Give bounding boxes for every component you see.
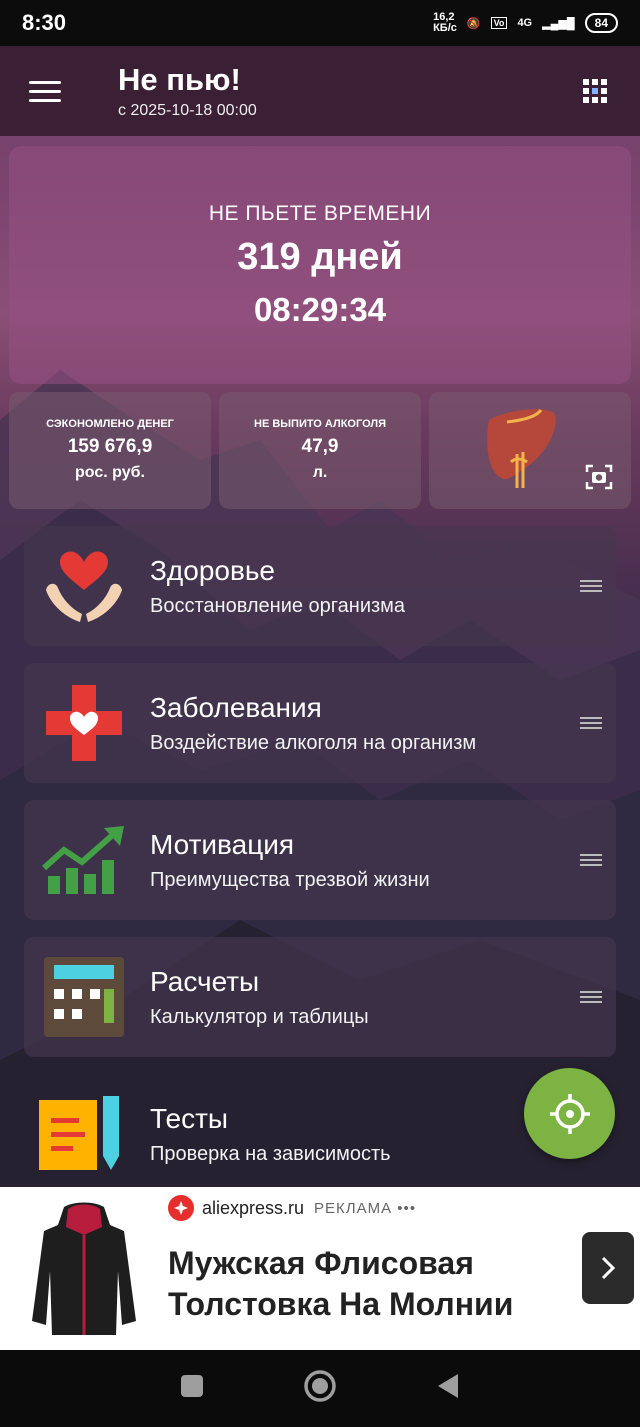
drag-handle-icon[interactable] <box>580 988 602 1006</box>
menu-item-health[interactable]: Здоровье Восстановление организма <box>24 526 616 646</box>
menu-item-diseases[interactable]: Заболевания Воздействие алкоголя на орга… <box>24 663 616 783</box>
crosshair-icon <box>549 1093 590 1134</box>
jacket-product-image <box>32 1202 136 1335</box>
menu-item-motivation[interactable]: Мотивация Преимущества трезвой жизни <box>24 800 616 920</box>
ad-headline: Мужская Флисовая Толстовка На Молнии <box>168 1245 514 1322</box>
timer-clock: 08:29:34 <box>253 291 387 328</box>
ad-next-button[interactable] <box>582 1232 634 1304</box>
system-nav-bar <box>0 1350 640 1427</box>
sobriety-timer-card: НЕ ПЬЕТЕ ВРЕМЕНИ 319 дней 08:29:34 <box>9 146 631 384</box>
menu-title-tests: Тесты <box>150 1102 229 1134</box>
apps-grid-button[interactable] <box>550 46 640 136</box>
alcohol-label: НЕ ВЫПИТО АЛКОГОЛЯ <box>254 418 386 430</box>
app-title: Не пью! <box>118 62 241 97</box>
drag-handle-icon[interactable] <box>580 714 602 732</box>
mute-icon: 🔕 <box>466 17 481 30</box>
menu-desc-diseases: Воздействие алкоголя на организм <box>150 731 477 754</box>
status-bar: 8:30 16,2 КБ/с 🔕 Vo 4G ▂▄▆█ 84 <box>0 0 640 46</box>
ad-banner[interactable]: aliexpress.ru РЕКЛАМА ••• Мужская Флисов… <box>0 1187 640 1350</box>
home-circle-icon <box>304 1370 336 1402</box>
growth-chart-icon <box>24 800 144 920</box>
drag-handle-icon[interactable] <box>580 577 602 595</box>
square-icon <box>180 1375 203 1397</box>
back-triangle-icon <box>438 1374 459 1398</box>
hamburger-icon <box>29 75 61 108</box>
back-button[interactable] <box>436 1372 460 1405</box>
alcohol-not-drunk-card[interactable]: НЕ ВЫПИТО АЛКОГОЛЯ 47,9 л. <box>219 392 421 509</box>
ad-source: aliexpress.ru РЕКЛАМА ••• <box>168 1195 416 1221</box>
calculator-icon <box>24 937 144 1057</box>
menu-desc-motivation: Преимущества трезвой жизни <box>150 868 430 891</box>
menu-desc-health: Восстановление организма <box>150 594 406 617</box>
menu-item-tests[interactable]: Тесты Проверка на зависимость <box>24 1074 616 1194</box>
aliexpress-logo-icon <box>168 1195 194 1221</box>
net-speed: 16,2 КБ/с <box>433 11 457 34</box>
alcohol-unit: л. <box>312 464 328 481</box>
app-bar: Не пью! с 2025-10-18 00:00 <box>0 46 640 136</box>
drag-handle-icon[interactable] <box>580 851 602 869</box>
chevron-right-icon <box>601 1256 616 1280</box>
title-block: Не пью! с 2025-10-18 00:00 <box>118 62 257 120</box>
menu-desc-calculations: Калькулятор и таблицы <box>150 1005 369 1028</box>
grid-icon <box>583 79 607 103</box>
battery-indicator: 84 <box>584 13 618 33</box>
money-saved-card[interactable]: СЭКОНОМЛЕНО ДЕНЕГ 159 676,9 рос. руб. <box>9 392 211 509</box>
home-button[interactable] <box>303 1369 337 1408</box>
alcohol-value: 47,9 <box>301 436 339 457</box>
menu-title-diseases: Заболевания <box>150 691 322 723</box>
signal-icon: ▂▄▆█ <box>542 17 575 30</box>
target-fab-button[interactable] <box>524 1068 615 1159</box>
volte-icon: Vo <box>490 17 508 29</box>
liver-card[interactable] <box>429 392 631 509</box>
app-subtitle: с 2025-10-18 00:00 <box>118 102 257 119</box>
timer-label: НЕ ПЬЕТЕ ВРЕМЕНИ <box>208 202 432 225</box>
ad-tag[interactable]: РЕКЛАМА ••• <box>314 1200 416 1217</box>
menu-desc-tests: Проверка на зависимость <box>150 1142 391 1165</box>
medical-cross-icon <box>24 663 144 783</box>
money-saved-unit: рос. руб. <box>75 464 145 481</box>
money-saved-label: СЭКОНОМЛЕНО ДЕНЕГ <box>46 418 174 430</box>
menu-title-health: Здоровье <box>150 554 276 586</box>
menu-item-calculations[interactable]: Расчеты Калькулятор и таблицы <box>24 937 616 1057</box>
recents-button[interactable] <box>180 1374 204 1403</box>
menu-title-calculations: Расчеты <box>150 965 260 997</box>
money-saved-value: 159 676,9 <box>67 436 153 457</box>
camera-icon[interactable] <box>585 464 613 495</box>
heart-hands-icon <box>24 526 144 646</box>
menu-button[interactable] <box>0 46 90 136</box>
test-notes-icon <box>24 1074 144 1194</box>
status-time: 8:30 <box>22 10 67 35</box>
timer-days: 319 дней <box>237 236 403 278</box>
menu-title-motivation: Мотивация <box>150 828 295 860</box>
network-type: 4G <box>517 17 533 29</box>
ad-source-name: aliexpress.ru <box>202 1197 305 1218</box>
